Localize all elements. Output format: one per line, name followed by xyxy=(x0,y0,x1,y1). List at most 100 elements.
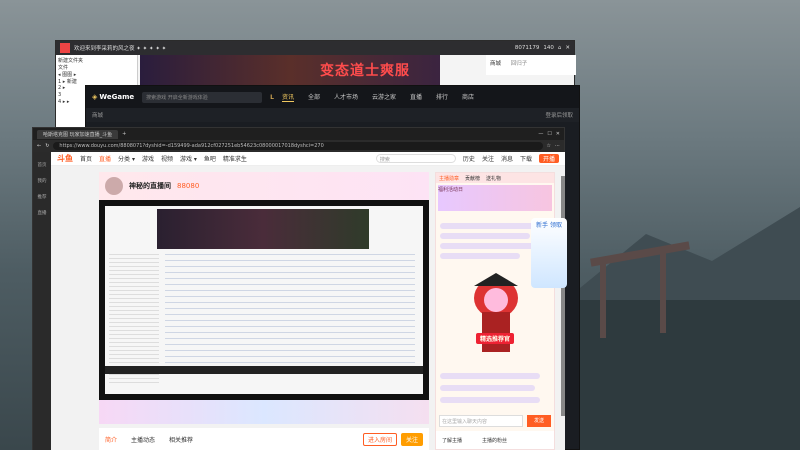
sidebar-item-live[interactable]: 直播 xyxy=(33,210,51,216)
chat-tab-medal[interactable]: 主播勋章 xyxy=(439,175,459,182)
tab-dynamic[interactable]: 主播动态 xyxy=(131,435,155,444)
gift-bar[interactable] xyxy=(99,400,429,424)
nav-video[interactable]: 视频 xyxy=(161,154,173,163)
torii-pillar-right xyxy=(660,248,666,333)
list-item[interactable]: 1 ▸ 新建 xyxy=(58,78,135,85)
wegame-logo: ◈ WeGame xyxy=(92,93,135,101)
message-icon[interactable]: 消息 xyxy=(501,154,513,163)
douyu-header: 斗鱼 首页 直播 分类 ▾ 游戏 视频 游戏 ▾ 鱼吧 精准求生 搜索 历史 关… xyxy=(51,152,565,166)
wegame-subbar: 商城 登录后领取 xyxy=(86,108,579,122)
star-icon[interactable]: ☆ xyxy=(547,143,551,149)
menu-icon[interactable]: ⋯ xyxy=(555,143,560,149)
banner-text: 变态道士爽服 xyxy=(320,63,410,79)
mascot-image xyxy=(474,273,518,352)
chat-tab-gift[interactable]: 送礼物 xyxy=(486,175,501,182)
nav-live[interactable]: 直播 xyxy=(410,92,422,102)
home-icon[interactable]: ⌂ xyxy=(558,45,562,51)
chat-banner[interactable]: 福利活动日 xyxy=(438,185,552,211)
back-icon[interactable]: ← xyxy=(37,143,41,149)
stream-taskbar xyxy=(105,366,423,374)
chat-message xyxy=(440,233,530,239)
room-header: 神秘的直播间 88080 xyxy=(99,172,429,200)
minimize-icon[interactable]: — xyxy=(538,131,543,137)
wegame-icon: ◈ xyxy=(92,93,98,101)
tab-intro[interactable]: 简介 xyxy=(105,435,117,444)
sidebar-item-home[interactable]: 首页 xyxy=(33,162,51,168)
douyu-logo[interactable]: 斗鱼 xyxy=(57,153,73,164)
reload-icon[interactable]: ↻ xyxy=(45,143,49,149)
wegame-search[interactable]: 搜索游戏 开启全新游戏体验 xyxy=(142,91,263,103)
nav-survival[interactable]: 精准求生 xyxy=(223,154,247,163)
sub-shop[interactable]: 商城 xyxy=(92,111,103,119)
nav-all[interactable]: 全部 xyxy=(308,92,320,102)
nav-live[interactable]: 直播 xyxy=(99,154,111,163)
avatar[interactable] xyxy=(105,177,123,195)
stream-content xyxy=(105,206,423,394)
chat-message xyxy=(440,385,535,391)
nav-cloud[interactable]: 云游之家 xyxy=(372,92,396,102)
scrollbar[interactable] xyxy=(561,176,565,416)
douyu-search[interactable]: 搜索 xyxy=(375,154,456,163)
close-icon[interactable]: ✕ xyxy=(556,131,560,137)
chat-tab-rank[interactable]: 贡献榜 xyxy=(465,175,480,182)
nav-news[interactable]: 资讯 xyxy=(281,92,294,102)
game-banner[interactable]: 变态道士爽服 xyxy=(140,55,440,85)
stream-text xyxy=(165,254,415,364)
browser-window[interactable]: 哈斯塔克图 玩家加速直播_斗鱼 + — ☐ ✕ ← ↻ https://www.… xyxy=(32,127,567,450)
back-window-titlebar[interactable]: 欢迎来到李采莉的风之夜 ✦ ✦ ✦ ✦ ✦ 8071179 140 ⌂ ✕ xyxy=(56,41,574,55)
featured-tag[interactable]: 精选推荐官 xyxy=(476,333,515,344)
nav-category[interactable]: 分类 ▾ xyxy=(118,154,135,163)
video-player[interactable] xyxy=(99,200,429,400)
viewer-count: 8071179 xyxy=(514,45,540,51)
tab-related[interactable]: 相关推荐 xyxy=(169,435,193,444)
chat-message xyxy=(440,373,540,379)
list-item[interactable]: 文件 xyxy=(58,64,135,71)
send-button[interactable]: 发送 xyxy=(527,415,551,427)
back-window-title: 欢迎来到李采莉的风之夜 ✦ ✦ ✦ ✦ ✦ xyxy=(74,46,167,52)
room-tabs: 简介 主播动态 相关推荐 进入房间 关注 xyxy=(99,428,429,450)
newbie-float-icon[interactable]: 新手 领取 xyxy=(531,218,567,288)
nav-fishbar[interactable]: 鱼吧 xyxy=(204,154,216,163)
tab-shop[interactable]: 商城 xyxy=(490,61,501,67)
nav-store[interactable]: 商店 xyxy=(462,92,474,102)
chat-message xyxy=(440,223,540,229)
nav-talent[interactable]: 人才市场 xyxy=(334,92,358,102)
sidebar-item-mine[interactable]: 我的 xyxy=(33,178,51,184)
sub-login[interactable]: 登录后领取 xyxy=(545,111,573,119)
nav-game2[interactable]: 游戏 ▾ xyxy=(180,154,197,163)
torii-pillar-left xyxy=(600,258,606,338)
anchor-fans[interactable]: 主播的粉丝 xyxy=(482,437,507,444)
nav-game[interactable]: 游戏 xyxy=(142,154,154,163)
about-anchor[interactable]: 了解主播 xyxy=(442,437,462,444)
wegame-header: ◈ WeGame 搜索游戏 开启全新游戏体验 L 资讯 全部 人才市场 云游之家 … xyxy=(86,86,579,108)
room-id: 88080 xyxy=(177,182,200,190)
maximize-icon[interactable]: ☐ xyxy=(547,131,551,137)
back-right-tabs: 商城 回归子 xyxy=(486,55,576,75)
lol-icon[interactable]: L xyxy=(270,94,274,101)
url-bar[interactable]: https://www.douyu.com/8808071?dyshid=-d1… xyxy=(53,142,543,150)
follow-icon[interactable]: 关注 xyxy=(482,154,494,163)
chat-input[interactable]: 在这里输入聊天内容 xyxy=(439,415,523,427)
browser-tab[interactable]: 哈斯塔克图 玩家加速直播_斗鱼 xyxy=(37,129,119,139)
list-item[interactable]: ◂ 图图 ▸ xyxy=(58,71,135,78)
tab-return[interactable]: 回归子 xyxy=(511,61,528,67)
nav-rank[interactable]: 排行 xyxy=(436,92,448,102)
close-icon[interactable]: ✕ xyxy=(565,45,570,51)
nav-home[interactable]: 首页 xyxy=(80,154,92,163)
list-item[interactable]: 新建文件夹 xyxy=(58,57,135,64)
sidebar-item-recommend[interactable]: 推荐 xyxy=(33,194,51,200)
chat-banner-label: 福利活动日 xyxy=(438,187,464,193)
wegame-nav: 资讯 全部 人才市场 云游之家 直播 排行 商店 xyxy=(281,92,474,102)
chat-footer: 了解主播 主播的粉丝 xyxy=(436,431,554,449)
go-live-button[interactable]: 开播 xyxy=(538,154,559,163)
douyu-page: 斗鱼 首页 直播 分类 ▾ 游戏 视频 游戏 ▾ 鱼吧 精准求生 搜索 历史 关… xyxy=(51,152,565,450)
stream-banner xyxy=(157,209,369,249)
enter-room-button[interactable]: 进入房间 xyxy=(362,432,397,446)
download-icon[interactable]: 下载 xyxy=(520,154,532,163)
new-tab-icon[interactable]: + xyxy=(122,131,126,137)
history-icon[interactable]: 历史 xyxy=(463,154,475,163)
chat-message xyxy=(440,253,520,259)
app-icon xyxy=(60,43,70,53)
room-title: 神秘的直播间 xyxy=(129,182,171,190)
follow-button[interactable]: 关注 xyxy=(400,432,423,446)
